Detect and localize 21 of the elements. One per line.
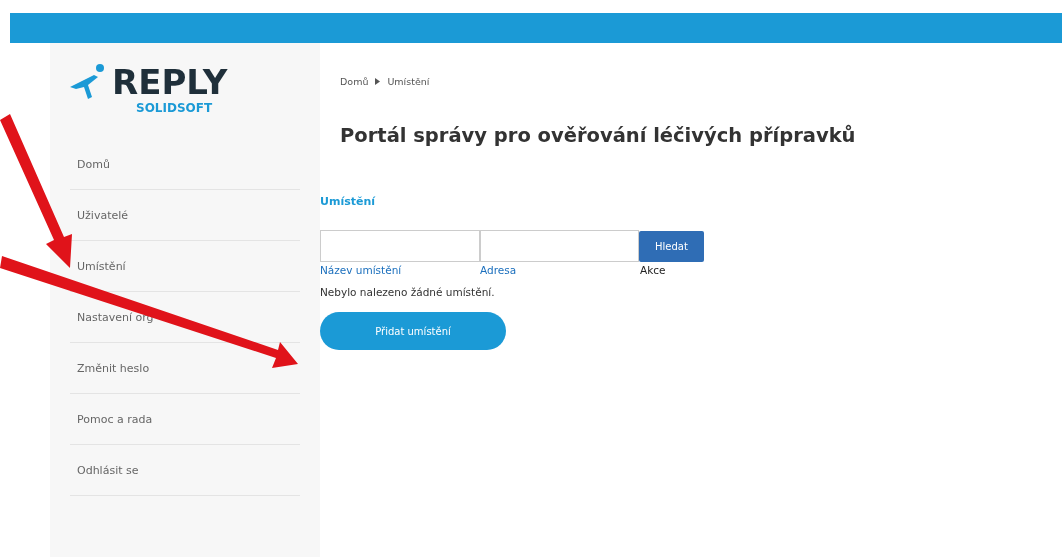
breadcrumb-link[interactable]: Domů [340, 76, 369, 87]
breadcrumb-link[interactable]: Umístění [387, 76, 430, 87]
sidebar-item[interactable]: Pomoc a rada [77, 412, 153, 426]
column-header: Akce [640, 264, 666, 276]
sidebar-item[interactable]: Uživatelé [77, 208, 129, 222]
page-title: Portál správy pro ověřování léčivých přípravků [340, 124, 856, 147]
column-header: Název umístění [320, 264, 403, 276]
address-field[interactable] [480, 230, 639, 262]
logo-text: REPLY [112, 63, 228, 101]
add-button[interactable]: Přidat umístění [320, 312, 506, 350]
sidebar-item[interactable]: Domů [77, 157, 110, 171]
name-field[interactable] [320, 230, 480, 262]
section-link[interactable]: Umístění [320, 195, 856, 208]
sidebar-item[interactable]: Změnit heslo [77, 361, 150, 375]
sidebar-item[interactable]: Umístění [77, 259, 126, 273]
sidebar-item[interactable]: Odhlásit se [77, 463, 139, 477]
search-button[interactable]: Hledat [639, 231, 704, 262]
empty-message: Nebylo nalezeno žádné umístění. [320, 286, 496, 298]
column-header: Adresa [480, 264, 518, 276]
logo-subtitle: SOLIDSOFT [136, 101, 214, 115]
chevron-icon [375, 78, 381, 85]
